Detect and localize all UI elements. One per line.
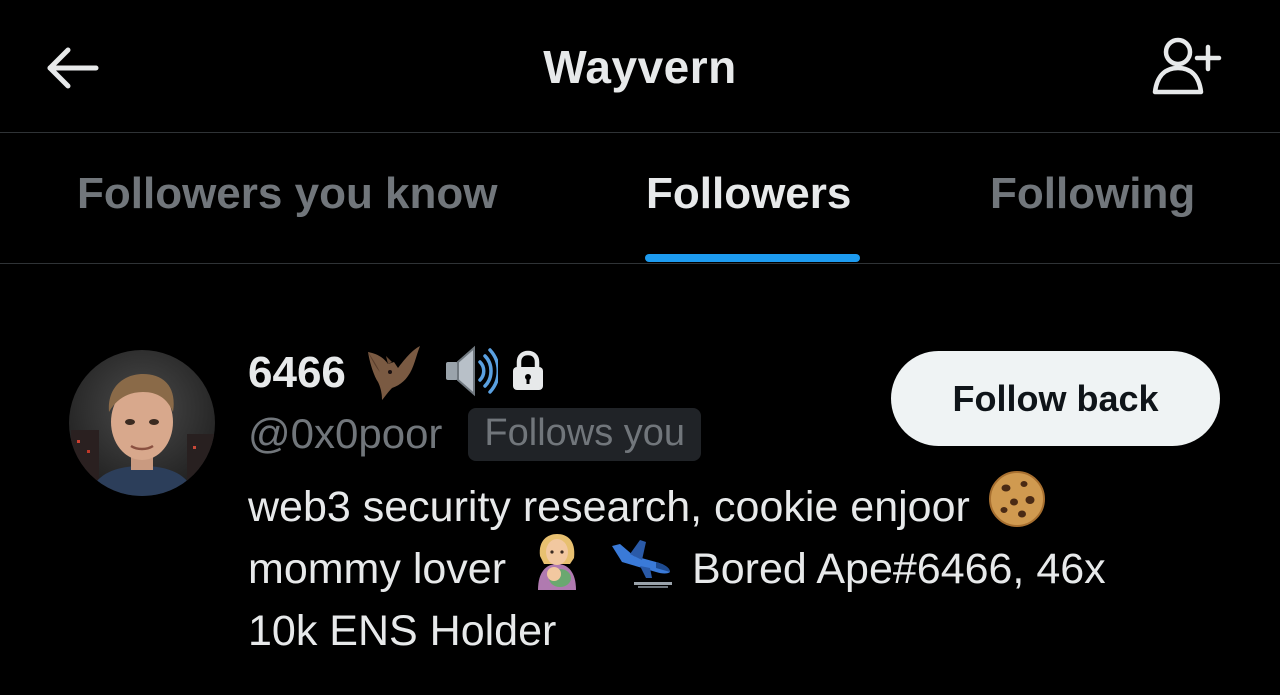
handle-row: @0x0poor Follows you <box>248 406 702 462</box>
followers-page: Wayvern Followers you know Followers Fol… <box>0 0 1280 695</box>
tab-followers[interactable]: Followers <box>646 169 851 219</box>
tab-bar: Followers you know Followers Following <box>0 133 1280 264</box>
avatar[interactable] <box>69 350 215 496</box>
user-list-item[interactable]: 6466 @0x0poor Follows you Follow back we… <box>0 264 1280 695</box>
tab-followers-you-know[interactable]: Followers you know <box>77 169 498 219</box>
active-tab-indicator <box>645 254 860 262</box>
add-user-button[interactable] <box>1146 32 1226 98</box>
bio-text-2a: mommy lover <box>248 545 507 593</box>
bio-line-2: mommy lover Bored Ape#6466, 46x <box>248 533 1238 600</box>
breastfeeding-emoji <box>530 532 584 607</box>
bio-text-2b: Bored Ape#6466, 46x <box>692 545 1106 593</box>
user-bio: web3 security research, cookie enjoor mo… <box>248 470 1238 662</box>
follow-back-button[interactable]: Follow back <box>891 351 1220 446</box>
top-bar: Wayvern <box>0 0 1280 133</box>
bio-text-1: web3 security research, cookie enjoor <box>248 483 970 531</box>
display-name-row: 6466 <box>248 344 546 402</box>
cookie-emoji <box>988 470 1046 545</box>
display-name: 6466 <box>248 348 346 397</box>
follows-you-badge: Follows you <box>468 407 702 461</box>
person-plus-icon <box>1152 37 1222 95</box>
page-title: Wayvern <box>543 41 737 93</box>
speaker-emoji <box>440 342 500 405</box>
bat-emoji <box>364 342 422 405</box>
avatar-image <box>69 350 215 496</box>
user-handle: @0x0poor <box>248 410 443 457</box>
bio-line-1: web3 security research, cookie enjoor <box>248 470 1238 538</box>
bio-line-3: 10k ENS Holder <box>248 600 1238 662</box>
lock-icon <box>510 350 546 397</box>
airplane-landing-emoji <box>610 532 674 607</box>
tab-following[interactable]: Following <box>990 169 1195 219</box>
bio-text-3: 10k ENS Holder <box>248 607 557 655</box>
